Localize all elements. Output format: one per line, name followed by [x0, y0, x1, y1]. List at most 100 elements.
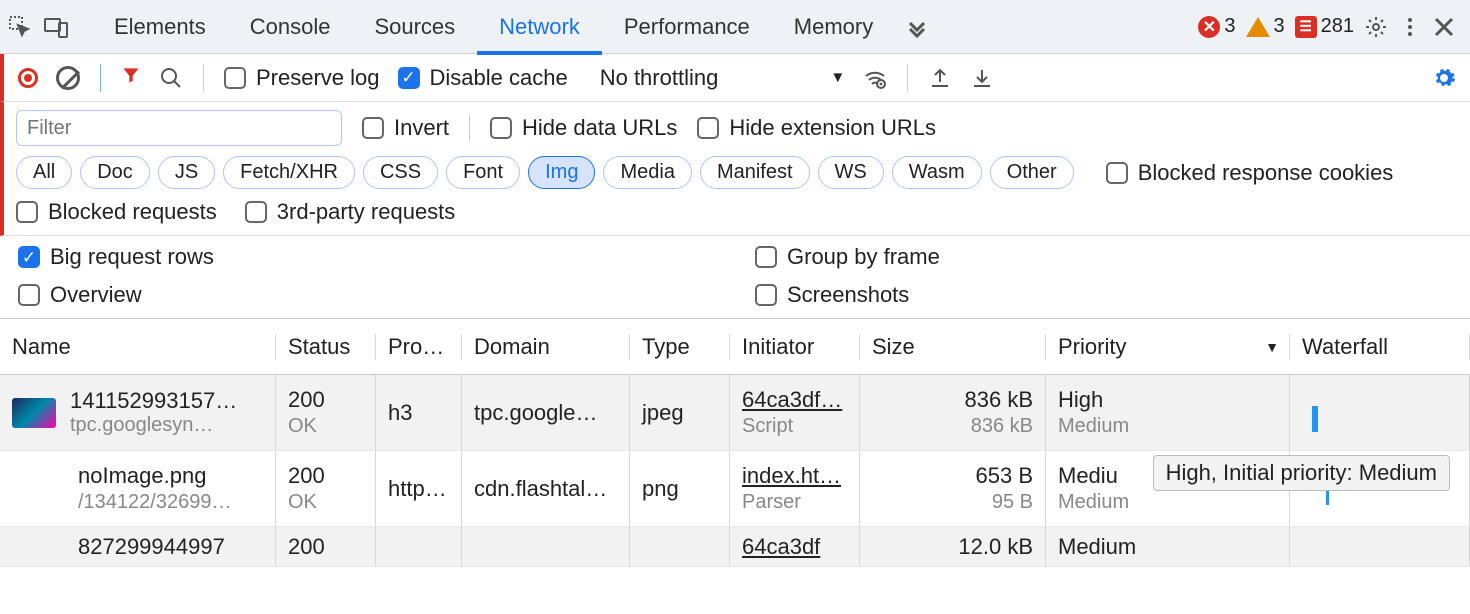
- cell-status: 200 OK: [276, 451, 376, 526]
- tab-console[interactable]: Console: [228, 0, 353, 54]
- group-frame-checkbox[interactable]: Group by frame: [755, 244, 1452, 270]
- third-party-checkbox[interactable]: 3rd-party requests: [245, 199, 456, 225]
- search-icon[interactable]: [159, 66, 183, 90]
- col-domain[interactable]: Domain: [462, 334, 630, 360]
- tab-memory[interactable]: Memory: [772, 0, 895, 54]
- chevron-down-icon[interactable]: ▼: [830, 69, 845, 86]
- initiator-sub: Parser: [742, 491, 847, 514]
- warning-count-value: 3: [1274, 15, 1285, 38]
- group-frame-label: Group by frame: [787, 244, 940, 270]
- divider: [203, 64, 204, 92]
- close-icon[interactable]: [1432, 15, 1456, 39]
- hide-ext-urls-label: Hide extension URLs: [729, 115, 936, 141]
- chip-manifest[interactable]: Manifest: [700, 156, 810, 189]
- col-size[interactable]: Size: [860, 334, 1046, 360]
- settings-gear-icon[interactable]: [1432, 66, 1456, 90]
- disable-cache-checkbox[interactable]: Disable cache: [398, 65, 568, 91]
- chip-other[interactable]: Other: [990, 156, 1074, 189]
- chip-all[interactable]: All: [16, 156, 72, 189]
- table-row[interactable]: 827299944997 200 64ca3df 12.0 kB Medium: [0, 527, 1470, 567]
- col-priority[interactable]: Priority ▼: [1046, 334, 1290, 360]
- throttling-select[interactable]: No throttling: [586, 65, 733, 91]
- name-sub: tpc.googlesyn…: [70, 414, 237, 437]
- protocol-value: http…: [388, 476, 449, 502]
- name-value: 141152993157…: [70, 388, 237, 414]
- checkbox-icon: [245, 201, 267, 223]
- col-waterfall[interactable]: Waterfall: [1290, 334, 1470, 360]
- chip-doc[interactable]: Doc: [80, 156, 150, 189]
- blocked-cookies-checkbox[interactable]: Blocked response cookies: [1106, 160, 1394, 186]
- header-left: [8, 15, 68, 39]
- devtools-header: Elements Console Sources Network Perform…: [0, 0, 1470, 54]
- invert-label: Invert: [394, 115, 449, 141]
- tab-performance[interactable]: Performance: [602, 0, 772, 54]
- invert-checkbox[interactable]: Invert: [362, 115, 449, 141]
- name-value: noImage.png: [78, 463, 263, 489]
- priority-value: Medium: [1058, 534, 1277, 560]
- error-count[interactable]: ✕ 3: [1198, 15, 1235, 38]
- initiator-link[interactable]: 64ca3df: [742, 534, 847, 560]
- cell-size: 653 B 95 B: [860, 451, 1046, 526]
- record-button[interactable]: [18, 68, 38, 88]
- download-har-icon[interactable]: [970, 66, 994, 90]
- table-row[interactable]: 141152993157… tpc.googlesyn… 200 OK h3 t…: [0, 375, 1470, 451]
- hide-ext-urls-checkbox[interactable]: Hide extension URLs: [697, 115, 936, 141]
- device-toggle-icon[interactable]: [44, 15, 68, 39]
- filter-input[interactable]: [16, 110, 342, 146]
- col-protocol[interactable]: Prot…: [376, 334, 462, 360]
- hide-data-urls-checkbox[interactable]: Hide data URLs: [490, 115, 677, 141]
- tab-sources[interactable]: Sources: [352, 0, 477, 54]
- chip-font[interactable]: Font: [446, 156, 520, 189]
- cell-protocol: http…: [376, 451, 462, 526]
- tab-elements[interactable]: Elements: [92, 0, 228, 54]
- chip-fetch[interactable]: Fetch/XHR: [223, 156, 355, 189]
- preserve-log-checkbox[interactable]: Preserve log: [224, 65, 380, 91]
- gear-icon[interactable]: [1364, 15, 1388, 39]
- chip-js[interactable]: JS: [158, 156, 215, 189]
- view-settings: Big request rows Group by frame Overview…: [0, 236, 1470, 319]
- upload-har-icon[interactable]: [928, 66, 952, 90]
- col-status[interactable]: Status: [276, 334, 376, 360]
- chip-media[interactable]: Media: [603, 156, 691, 189]
- overview-checkbox[interactable]: Overview: [18, 282, 715, 308]
- clear-button[interactable]: [56, 66, 80, 90]
- screenshots-checkbox[interactable]: Screenshots: [755, 282, 1452, 308]
- table-row[interactable]: noImage.png /134122/32699… 200 OK http… …: [0, 451, 1470, 527]
- blocked-requests-checkbox[interactable]: Blocked requests: [16, 199, 217, 225]
- inspect-icon[interactable]: [8, 15, 32, 39]
- cell-waterfall: [1290, 375, 1470, 450]
- more-tabs-icon[interactable]: [905, 15, 929, 39]
- divider: [907, 64, 908, 92]
- issues-count-value: 281: [1321, 15, 1354, 38]
- chip-img[interactable]: Img: [528, 156, 595, 189]
- filter-icon[interactable]: [121, 65, 141, 91]
- big-rows-checkbox[interactable]: Big request rows: [18, 244, 715, 270]
- checkbox-icon: [755, 284, 777, 306]
- type-value: jpeg: [642, 400, 717, 426]
- blocked-cookies-label: Blocked response cookies: [1138, 160, 1394, 186]
- chip-wasm[interactable]: Wasm: [892, 156, 982, 189]
- chip-css[interactable]: CSS: [363, 156, 438, 189]
- col-name[interactable]: Name: [0, 334, 276, 360]
- divider: [100, 64, 101, 92]
- priority-sub: Medium: [1058, 491, 1277, 514]
- warning-count[interactable]: 3: [1246, 15, 1285, 38]
- network-conditions-icon[interactable]: [863, 66, 887, 90]
- toolbar-right: [1432, 66, 1456, 90]
- issues-count[interactable]: ☰ 281: [1295, 15, 1354, 38]
- filter-row-3: Blocked requests 3rd-party requests: [16, 199, 1458, 225]
- disable-cache-label: Disable cache: [430, 65, 568, 91]
- chip-ws[interactable]: WS: [818, 156, 884, 189]
- cell-size: 836 kB 836 kB: [860, 375, 1046, 450]
- priority-value: High: [1058, 387, 1277, 413]
- cell-protocol: h3: [376, 375, 462, 450]
- initiator-link[interactable]: 64ca3df…: [742, 387, 847, 413]
- tab-network[interactable]: Network: [477, 0, 602, 54]
- col-initiator[interactable]: Initiator: [730, 334, 860, 360]
- kebab-icon[interactable]: [1398, 15, 1422, 39]
- type-chips: All Doc JS Fetch/XHR CSS Font Img Media …: [16, 156, 1074, 189]
- initiator-link[interactable]: index.ht…: [742, 463, 847, 489]
- checkbox-icon: [398, 67, 420, 89]
- domain-value: cdn.flashtal…: [474, 476, 617, 502]
- col-type[interactable]: Type: [630, 334, 730, 360]
